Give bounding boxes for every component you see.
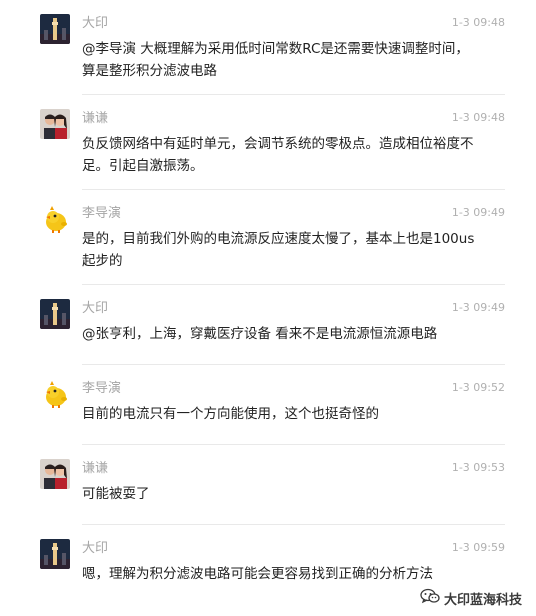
watermark: 大印蓝海科技: [420, 588, 522, 608]
message-text: @李导演 大概理解为采用低时间常数RC是还需要快速调整时间，算是整形积分滤波电路: [82, 41, 469, 79]
divider: [82, 364, 505, 365]
yellow-chick-avatar[interactable]: [40, 204, 70, 234]
message-text: 目前的电流只有一个方向能使用，这个也挺奇怪的: [82, 406, 379, 422]
message-time: 1-3 09:52: [451, 381, 505, 394]
chat-log: 大印 1-3 09:48 @李导演 大概理解为采用低时间常数RC是还需要快速调整…: [0, 0, 536, 616]
message-time: 1-3 09:48: [451, 16, 505, 29]
couple-photo-avatar[interactable]: [40, 459, 70, 489]
divider: [82, 444, 505, 445]
sender-name: 大印: [82, 541, 109, 556]
night-tower-avatar[interactable]: [40, 299, 70, 329]
message-text: 嗯，理解为积分滤波电路可能会更容易找到正确的分析方法: [82, 566, 433, 582]
message-time: 1-3 09:48: [451, 111, 505, 124]
message-text: 是的，目前我们外购的电流源反应速度太慢了，基本上也是100us起步的: [82, 231, 475, 269]
sender-name: 谦谦: [82, 461, 109, 476]
night-tower-avatar[interactable]: [40, 14, 70, 44]
wechat-icon: [420, 588, 440, 608]
couple-photo-avatar[interactable]: [40, 109, 70, 139]
divider: [82, 189, 505, 190]
sender-name: 大印: [82, 16, 109, 31]
message-text: 可能被耍了: [82, 486, 150, 502]
sender-name: 李导演: [82, 206, 122, 221]
message-time: 1-3 09:53: [451, 461, 505, 474]
night-tower-avatar[interactable]: [40, 539, 70, 569]
sender-name: 李导演: [82, 381, 122, 396]
message-text: 负反馈网络中有延时单元，会调节系统的零极点。造成相位裕度不足。引起自激振荡。: [82, 136, 474, 174]
message-time: 1-3 09:49: [451, 206, 505, 219]
message-text: @张亨利，上海，穿戴医疗设备 看来不是电流源恒流源电路: [82, 326, 438, 342]
sender-name: 谦谦: [82, 111, 109, 126]
divider: [82, 524, 505, 525]
divider: [82, 94, 505, 95]
yellow-chick-avatar[interactable]: [40, 379, 70, 409]
sender-name: 大印: [82, 301, 109, 316]
message-time: 1-3 09:49: [451, 301, 505, 314]
message-time: 1-3 09:59: [451, 541, 505, 554]
watermark-text: 大印蓝海科技: [443, 592, 522, 608]
divider: [82, 284, 505, 285]
